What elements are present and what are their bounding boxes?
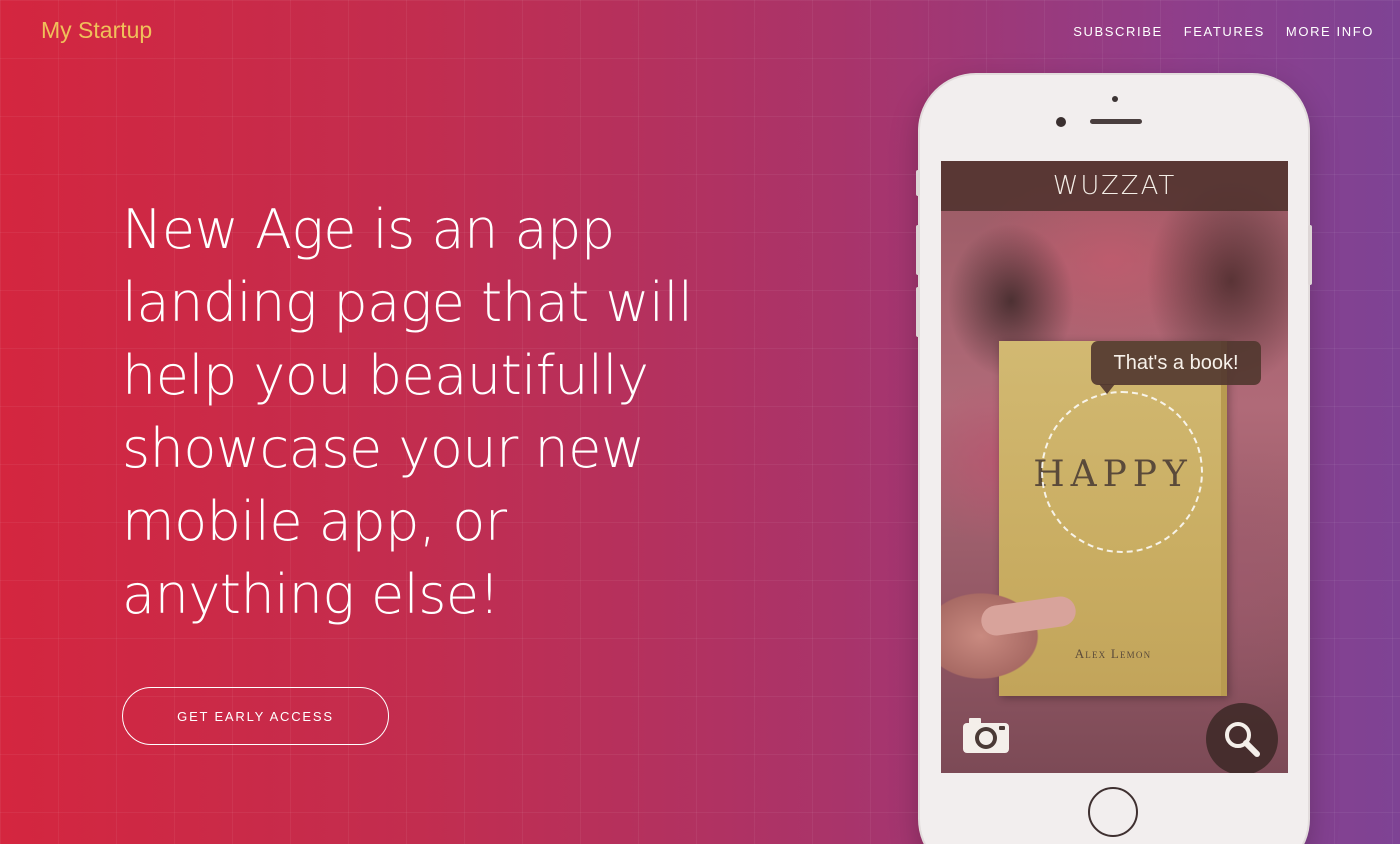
- phone-mockup: HAPPY Alex Lemon That's a book! WUZZAT: [916, 75, 1312, 844]
- search-button[interactable]: [1206, 703, 1278, 773]
- get-early-access-button[interactable]: GET EARLY ACCESS: [122, 687, 389, 745]
- home-button[interactable]: [1088, 787, 1138, 837]
- main-nav: SUBSCRIBE FEATURES MORE INFO: [1073, 24, 1374, 39]
- nav-link-more-info[interactable]: MORE INFO: [1286, 24, 1374, 39]
- phone-mute-switch: [916, 170, 920, 196]
- earpiece-speaker: [1090, 119, 1142, 124]
- nav-link-subscribe[interactable]: SUBSCRIBE: [1073, 24, 1163, 39]
- hero-headline: New Age is an app landing page that will…: [122, 198, 693, 626]
- phone-screen: HAPPY Alex Lemon That's a book! WUZZAT: [941, 161, 1288, 773]
- app-title: WUZZAT: [1052, 171, 1177, 201]
- nav-link-features[interactable]: FEATURES: [1184, 24, 1265, 39]
- phone-power-button: [1308, 225, 1312, 285]
- phone-volume-down: [916, 287, 920, 337]
- proximity-sensor: [1112, 96, 1118, 102]
- camera-button[interactable]: [961, 716, 1011, 756]
- app-header: WUZZAT: [941, 161, 1288, 211]
- camera-icon: [963, 718, 1009, 753]
- focus-ring: [1041, 391, 1203, 553]
- front-camera: [1056, 117, 1066, 127]
- brand-logo[interactable]: My Startup: [41, 17, 152, 44]
- phone-volume-up: [916, 225, 920, 275]
- recognition-tooltip: That's a book!: [1091, 341, 1261, 394]
- search-icon: [1225, 722, 1260, 757]
